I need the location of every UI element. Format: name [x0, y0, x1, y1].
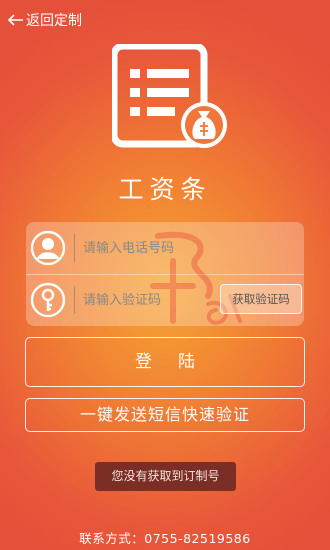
app-title: 工资条: [118, 175, 212, 204]
no-code-button[interactable]: 您没有获取到订制号: [95, 462, 236, 491]
key-icon: [30, 282, 66, 318]
login-button[interactable]: 登陆: [25, 337, 305, 387]
payslip-document-icon: [112, 44, 227, 148]
back-button[interactable]: 返回定制: [8, 10, 82, 30]
phone-field-separator: [74, 234, 75, 262]
sms-verify-button[interactable]: 一键发送短信快速验证: [25, 398, 305, 432]
phone-input[interactable]: [83, 240, 283, 256]
code-input[interactable]: [83, 292, 213, 308]
phone-field[interactable]: [30, 228, 300, 268]
user-avatar-icon: [30, 230, 66, 266]
contact-info: 联系方式：0755-82519586: [79, 531, 251, 546]
arrow-left-icon: [8, 14, 23, 26]
code-field-separator: [74, 286, 75, 314]
get-code-button[interactable]: 获取验证码: [220, 284, 302, 314]
back-label: 返回定制: [26, 13, 82, 29]
code-field[interactable]: [30, 280, 215, 320]
